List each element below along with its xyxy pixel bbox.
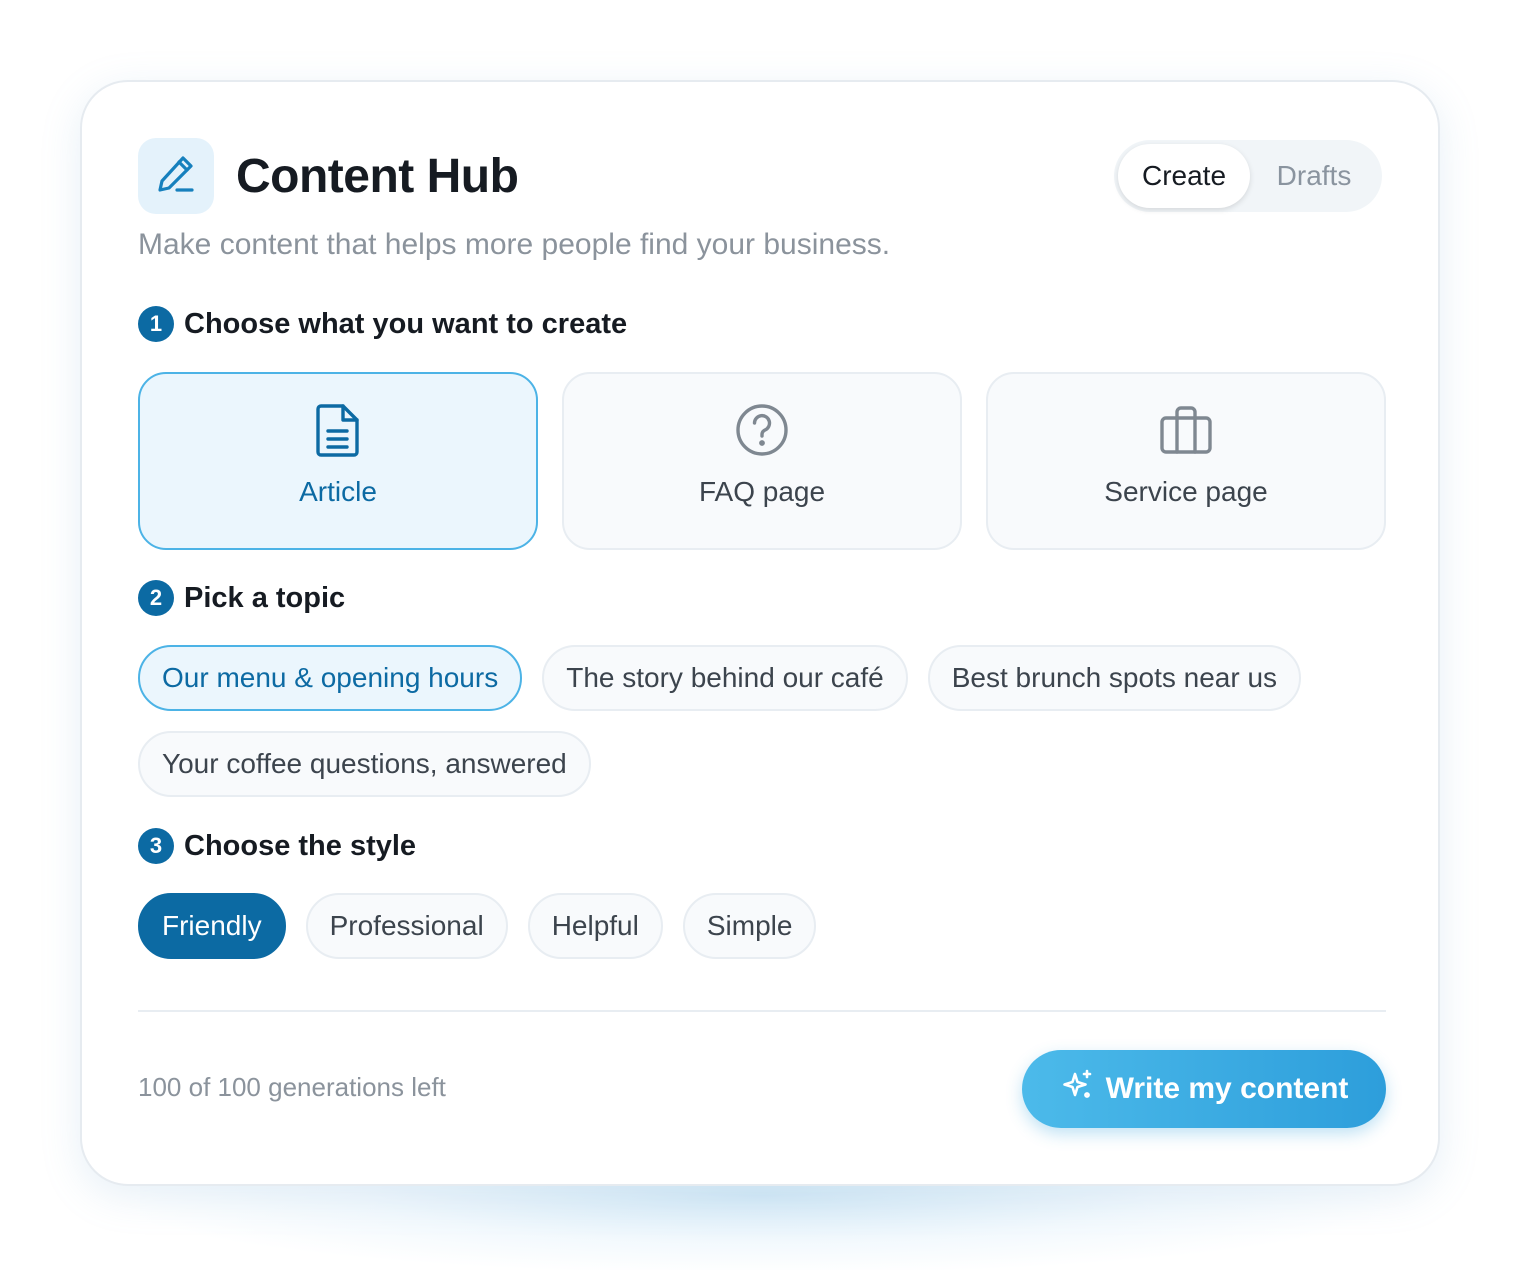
step-3-heading: 3 Choose the style: [138, 828, 416, 864]
sparkle-icon: [1060, 1068, 1094, 1110]
style-chip-professional[interactable]: Professional: [305, 893, 508, 959]
topic-chip[interactable]: The story behind our café: [542, 645, 908, 711]
page-subtitle: Make content that helps more people find…: [138, 228, 891, 261]
content-type-label: Article: [299, 476, 377, 507]
content-type-faq[interactable]: FAQ page: [562, 372, 962, 550]
step-number-badge: 3: [138, 828, 174, 864]
content-type-article[interactable]: Article: [138, 372, 538, 550]
step-number-badge: 1: [138, 306, 174, 342]
content-type-label: Service page: [1104, 476, 1268, 507]
step-label: Choose the style: [184, 829, 417, 862]
tab-drafts[interactable]: Drafts: [1250, 144, 1378, 208]
topic-chip[interactable]: Best brunch spots near us: [927, 645, 1302, 711]
generation-quota: 100 of 100 generations left: [138, 1072, 446, 1102]
topic-chip[interactable]: Your coffee questions, answered: [138, 731, 591, 797]
header: Content Hub Create Drafts: [138, 138, 1382, 214]
topic-chips-row-2: Your coffee questions, answered: [138, 731, 591, 797]
content-type-options: Article FAQ page Service page: [138, 372, 1386, 550]
logo-tile: [138, 138, 214, 214]
write-content-button[interactable]: Write my content: [1022, 1050, 1386, 1128]
tab-create[interactable]: Create: [1118, 144, 1250, 208]
briefcase-icon: [1158, 402, 1214, 458]
step-label: Choose what you want to create: [184, 307, 628, 340]
question-circle-icon: [734, 402, 790, 458]
style-chip-simple[interactable]: Simple: [682, 893, 817, 959]
step-label: Pick a topic: [184, 581, 346, 614]
topic-chip[interactable]: Our menu & opening hours: [138, 645, 523, 711]
view-toggle: Create Drafts: [1114, 140, 1382, 212]
topic-chips-row-1: Our menu & opening hours The story behin…: [138, 645, 1302, 711]
footer-divider: [138, 1010, 1386, 1012]
pencil-icon: [153, 151, 199, 202]
step-2-heading: 2 Pick a topic: [138, 580, 345, 616]
step-number-badge: 2: [138, 580, 174, 616]
content-type-label: FAQ page: [698, 476, 826, 507]
style-chip-helpful[interactable]: Helpful: [527, 893, 663, 959]
write-content-label: Write my content: [1105, 1072, 1349, 1105]
style-chip-friendly[interactable]: Friendly: [138, 893, 286, 959]
content-hub-card: Content Hub Create Drafts Make content t…: [80, 80, 1440, 1186]
content-type-service[interactable]: Service page: [986, 372, 1386, 550]
step-1-heading: 1 Choose what you want to create: [138, 306, 627, 342]
document-icon: [313, 402, 363, 458]
style-chips: Friendly Professional Helpful Simple: [138, 893, 817, 959]
page-title: Content Hub: [236, 149, 519, 203]
